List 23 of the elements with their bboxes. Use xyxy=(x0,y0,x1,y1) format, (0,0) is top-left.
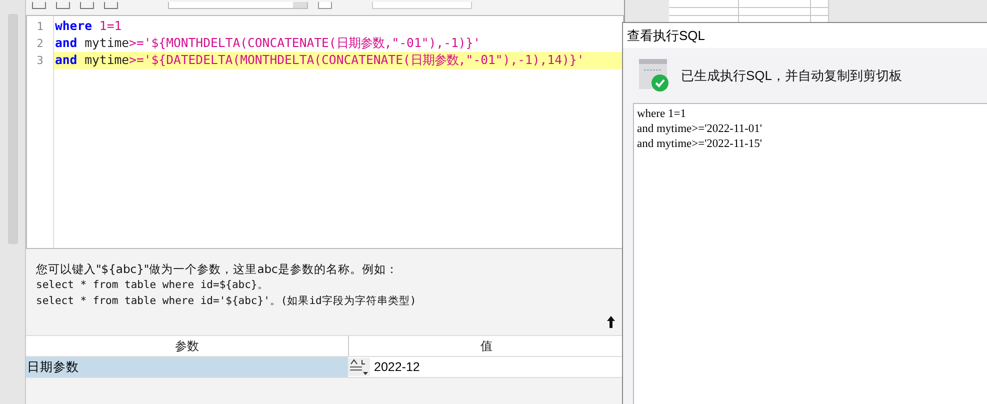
code-line: and mytime>='${MONTHDELTA(CONCATENATE(日期参数,"-01"),-1)}' xyxy=(54,35,482,52)
message-text: 已生成执行SQL，并自动复制到剪切板 xyxy=(681,66,902,84)
up-arrow-icon[interactable] xyxy=(606,315,616,329)
sql-line: where 1=1 xyxy=(637,107,687,122)
checkbox[interactable] xyxy=(318,2,332,9)
help-text: select * from table where id=${abc}。 xyxy=(36,278,270,293)
sql-line: and mytime>='2022-11-15' xyxy=(637,137,763,152)
column-header: 参数 xyxy=(26,336,349,356)
help-text: 您可以键入"${abc}"做为一个参数，这里abc是参数的名称。例如： xyxy=(36,261,399,277)
column-header: 值 xyxy=(480,338,494,355)
sql-line: and mytime>='2022-11-01' xyxy=(637,122,763,137)
code-editor[interactable]: 1 2 3 where 1=1 and mytime>='${MONTHDELTA(CONCATENATE(日期参数,"-01"),-1)}' and mytime>='${DATEDELTA(MONTHDELTA(CONCATENATE(日期参数,"-01"),-1),14)}' xyxy=(26,15,624,249)
line-number: 2 xyxy=(36,36,44,52)
code-line: where 1=1 xyxy=(54,18,123,35)
table-cell[interactable]: 日期参数 xyxy=(26,357,348,377)
help-text: select * from table where id='${abc}'。(如果id字段为字符串类型) xyxy=(36,294,418,309)
line-number: 1 xyxy=(36,19,44,35)
line-number: 3 xyxy=(36,53,44,69)
sql-text-area[interactable]: where 1=1 and mytime>='2022-11-01' and mytime>='2022-11-15' xyxy=(633,103,987,404)
type-icon[interactable] xyxy=(348,358,370,376)
success-icon xyxy=(639,59,669,92)
value-field[interactable]: 2022-12 xyxy=(370,360,420,374)
window-title: 查看执行SQL xyxy=(623,23,987,48)
